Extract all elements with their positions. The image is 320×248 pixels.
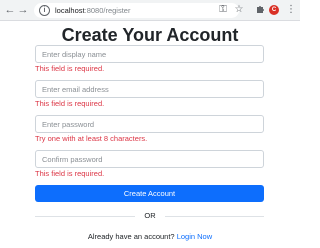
- login-prompt-text: Already have an account?: [87, 232, 175, 241]
- key-icon[interactable]: ⚿: [217, 4, 229, 16]
- address-text[interactable]: localhost:8080/register: [55, 5, 130, 16]
- puzzle-icon: [257, 6, 264, 13]
- password-input[interactable]: [35, 115, 264, 133]
- extension-icon[interactable]: [254, 4, 266, 16]
- email-input[interactable]: [35, 80, 264, 98]
- star-icon[interactable]: ☆: [233, 4, 245, 16]
- login-prompt-row: Already have an account? Login Now: [0, 231, 300, 242]
- login-link[interactable]: Login Now: [177, 232, 212, 241]
- page-title: Create Your Account: [61, 25, 239, 45]
- display-name-error: This field is required.: [35, 64, 105, 73]
- email-error: This field is required.: [35, 99, 105, 108]
- confirm-password-error: This field is required.: [35, 169, 105, 178]
- divider-label: OR: [144, 211, 156, 220]
- display-name-input[interactable]: [35, 45, 264, 63]
- menu-icon[interactable]: ⋮: [285, 4, 297, 16]
- url-path: :8080/register: [84, 6, 131, 15]
- url-host: localhost: [55, 6, 85, 15]
- browser-toolbar: ← → ↻ i localhost:8080/register ⚿ ☆ C ⋮: [0, 0, 300, 21]
- forward-icon[interactable]: →: [17, 4, 29, 16]
- create-account-button[interactable]: Create Account: [35, 185, 264, 202]
- info-icon[interactable]: i: [39, 5, 50, 16]
- confirm-password-input[interactable]: [35, 150, 264, 168]
- password-error: Try one with at least 8 characters.: [35, 134, 148, 143]
- profile-icon[interactable]: C: [269, 5, 279, 15]
- back-icon[interactable]: ←: [4, 4, 16, 16]
- address-bar[interactable]: i localhost:8080/register: [34, 3, 239, 18]
